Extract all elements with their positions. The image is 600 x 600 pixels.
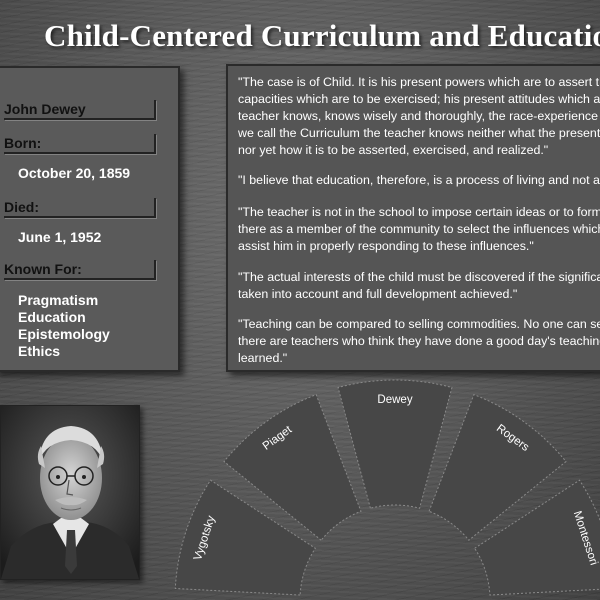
fan-label-dewey: Dewey bbox=[377, 394, 412, 406]
quote-2: "I believe that education, therefore, is… bbox=[238, 173, 600, 187]
profile-panel: John Dewey Born: October 20, 1859 Died: … bbox=[0, 66, 180, 372]
known-for-label: Known For: bbox=[4, 260, 156, 280]
known-for-item: Pragmatism bbox=[18, 292, 99, 308]
known-for-item: Education bbox=[18, 309, 86, 325]
known-for-item: Epistemology bbox=[18, 326, 110, 342]
died-date: June 1, 1952 bbox=[18, 229, 102, 245]
quote-3: "The teacher is not in the school to imp… bbox=[238, 205, 600, 253]
born-label: Born: bbox=[4, 134, 156, 154]
quotes-panel: "The case is of Child. It is his present… bbox=[226, 64, 600, 372]
page-title: Child-Centered Curriculum and Education bbox=[44, 18, 600, 53]
died-label: Died: bbox=[4, 198, 156, 218]
profile-name: John Dewey bbox=[4, 100, 156, 120]
born-date: October 20, 1859 bbox=[18, 165, 131, 181]
quote-1: "The case is of Child. It is his present… bbox=[238, 75, 600, 157]
quote-4: "The actual interests of the child must … bbox=[238, 270, 600, 301]
known-for-list: Pragmatism Education Epistemology Ethics bbox=[18, 292, 110, 360]
educators-fan: VygotskyPiagetDeweyRogersMontessori bbox=[174, 379, 600, 596]
known-for-item: Ethics bbox=[18, 343, 61, 359]
